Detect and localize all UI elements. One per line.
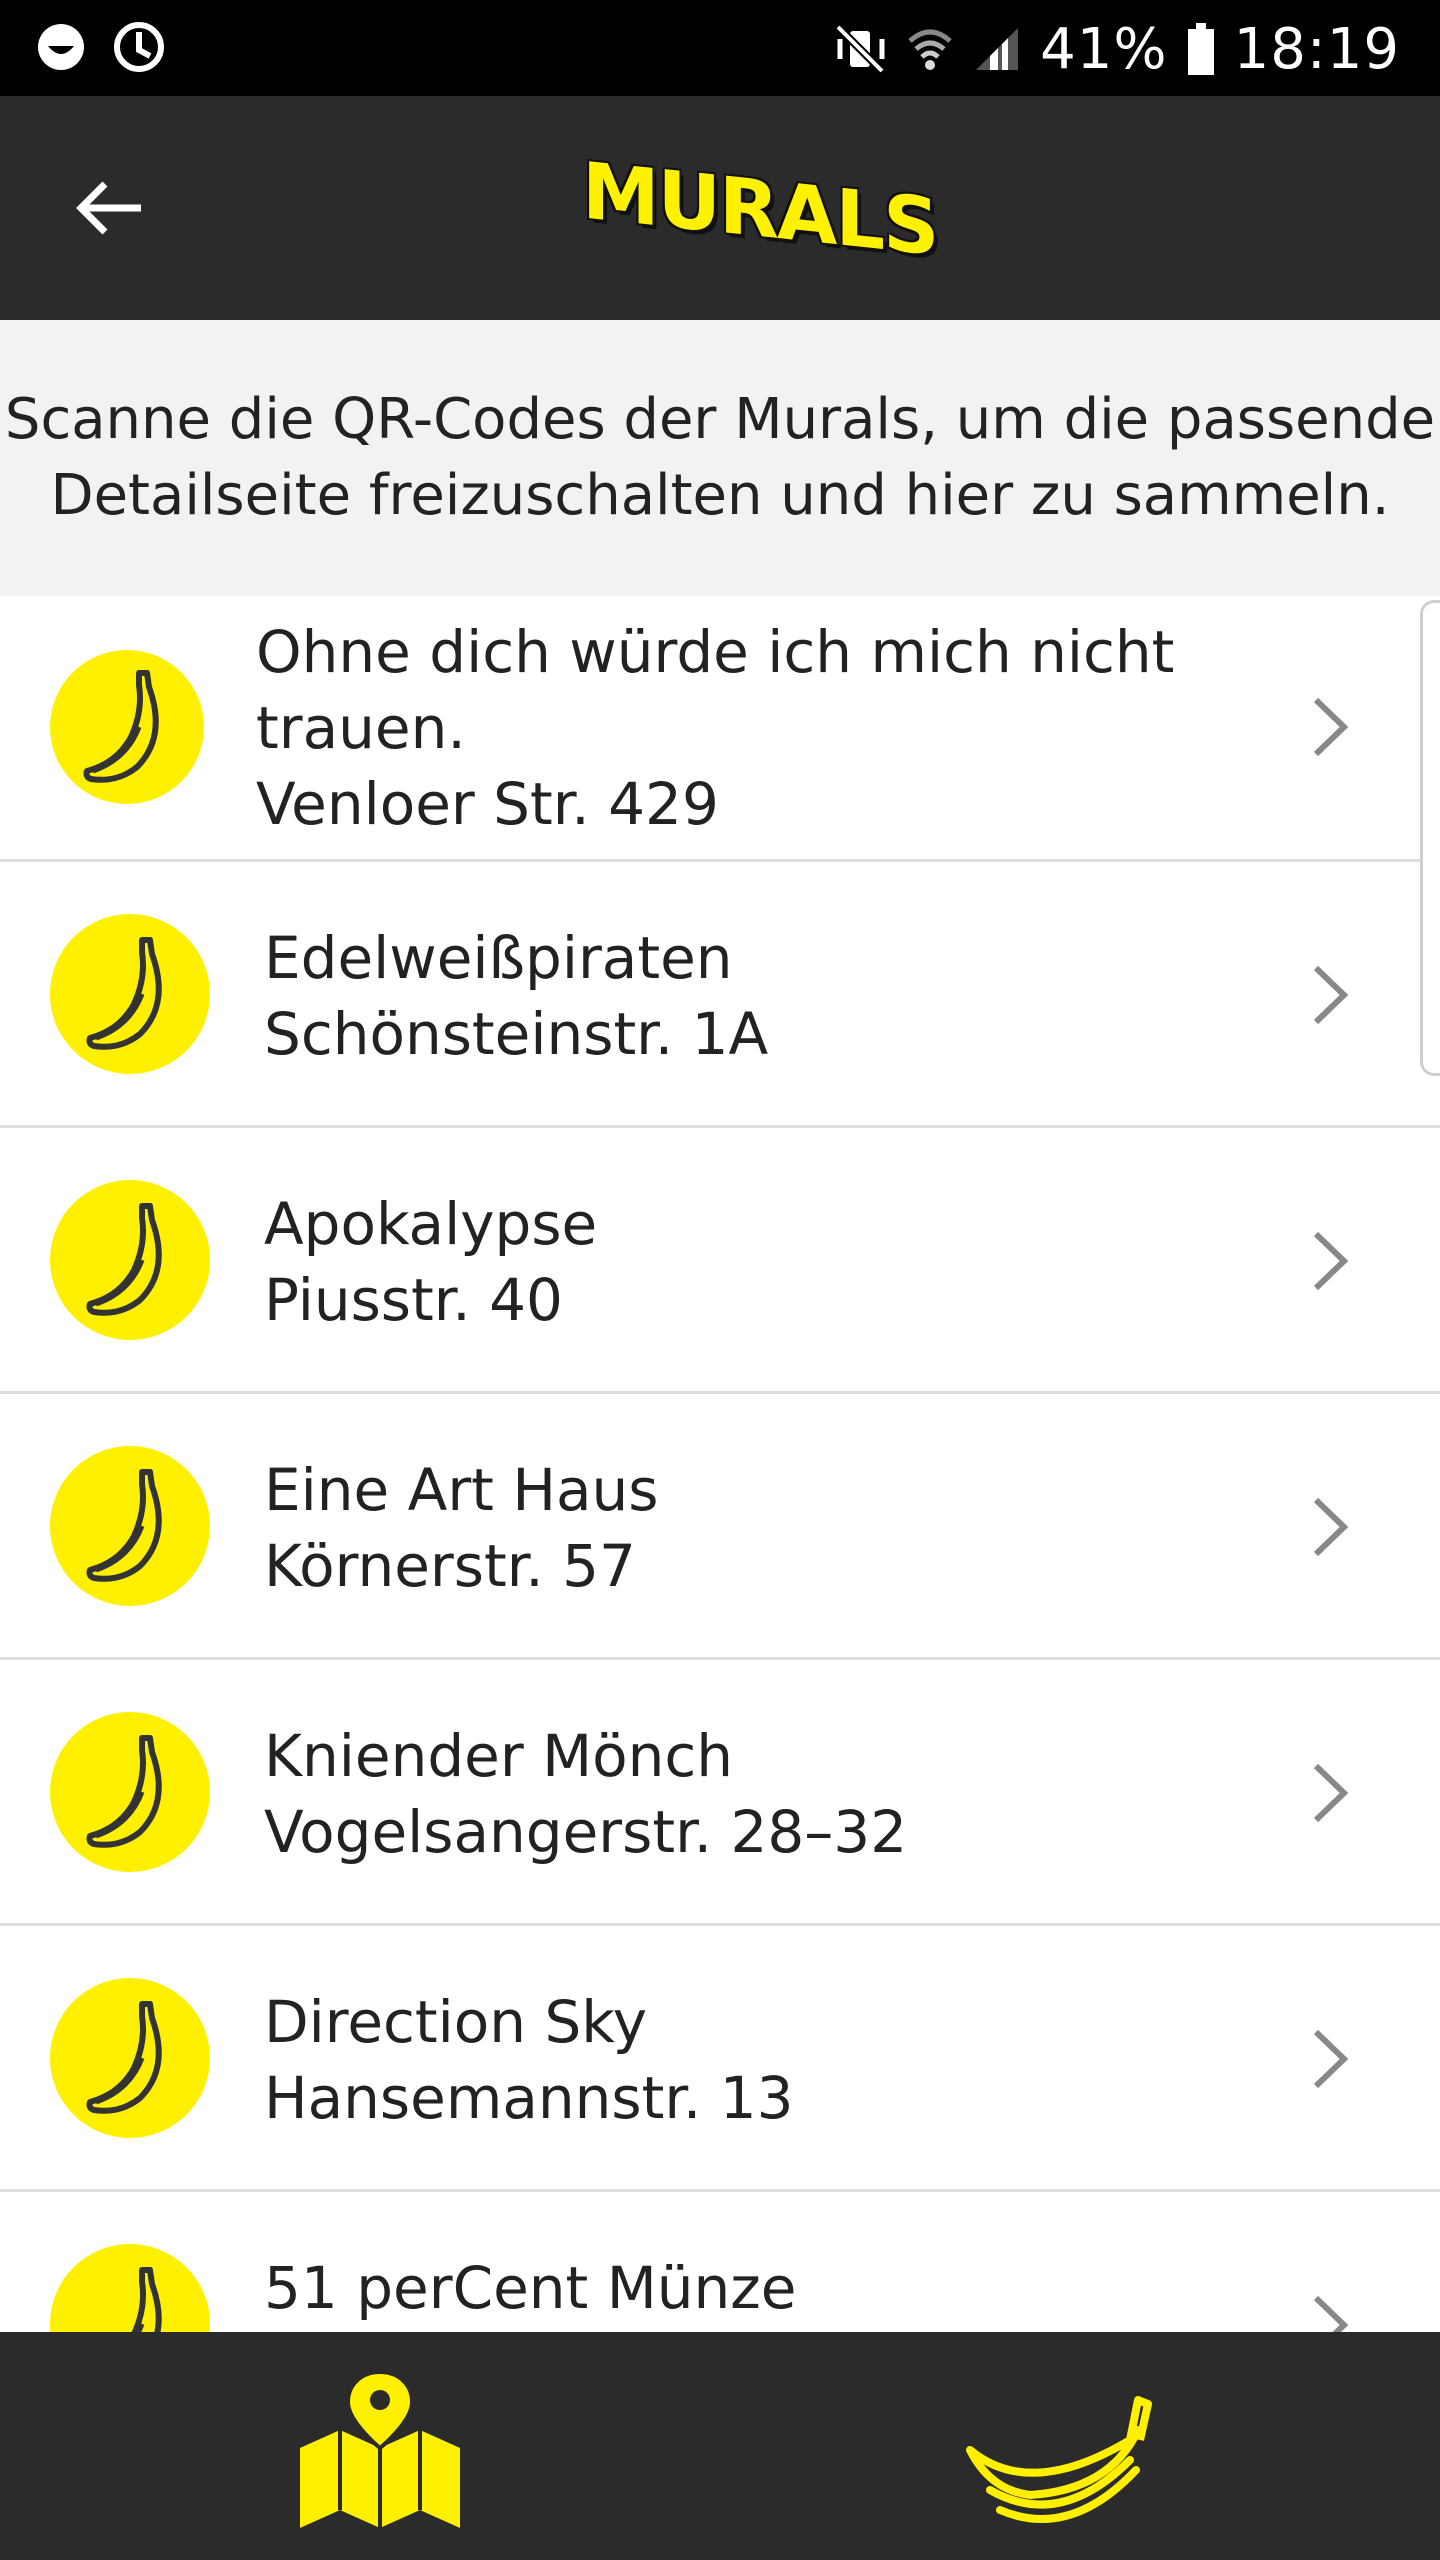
mural-text: Apokalypse Piusstr. 40: [264, 1186, 1264, 1338]
mural-list-item[interactable]: Ohne dich würde ich mich nicht trauen. Ve…: [0, 598, 1440, 862]
chevron-right-icon: [1313, 965, 1349, 1025]
signal-icon: [976, 28, 1019, 70]
status-right: 41% 18:19: [832, 14, 1400, 84]
mural-list: Ohne dich würde ich mich nicht trauen. Ve…: [0, 598, 1440, 2332]
bananas-icon: [966, 2396, 1152, 2523]
chevron-right-icon: [1313, 1763, 1349, 1823]
mural-text: Eine Art Haus Körnerstr. 57: [264, 1452, 1264, 1604]
chevron: [1300, 2026, 1360, 2092]
mural-list-item[interactable]: Edelweißpiraten Schönsteinstr. 1A: [0, 862, 1440, 1128]
chevron-right-icon: [1313, 697, 1349, 757]
sync-icon: [114, 22, 164, 72]
back-button[interactable]: [60, 162, 160, 254]
chevron-right-icon: [1313, 2029, 1349, 2089]
banana-icon: [86, 1203, 162, 1316]
mural-title: Ohne dich würde ich mich nicht trauen.: [256, 618, 1175, 762]
mural-title: Eine Art Haus: [264, 1456, 659, 1524]
chevron: [1300, 962, 1360, 1028]
mural-address: Venloer Str. 429: [256, 770, 719, 838]
battery-icon: [1187, 23, 1214, 75]
logo-text: MURALS: [582, 146, 938, 274]
mural-text: Kniender Mönch Vogelsangerstr. 28–32: [264, 1718, 1264, 1870]
mural-title: 51 perCent Münze: [264, 2254, 797, 2322]
mural-address: Vogelsangerstr. 28–32: [264, 1798, 908, 1866]
chevron-right-icon: [1313, 2295, 1349, 2332]
mural-address: Piusstr. 40: [264, 1266, 563, 1334]
info-banner: Scanne die QR-Codes der Murals, um die p…: [0, 320, 1440, 596]
chevron: [1300, 694, 1360, 760]
mural-list-item[interactable]: Direction Sky Hansemannstr. 13: [0, 1926, 1440, 2192]
app-logo: MURALS: [582, 140, 937, 280]
mural-avatar: [50, 1978, 210, 2138]
mural-title: Direction Sky: [264, 1988, 648, 2056]
chevron-right-icon: [1313, 1497, 1349, 1557]
mural-title: Apokalypse: [264, 1190, 598, 1258]
arrow-left-icon: [76, 181, 141, 235]
mural-avatar: [50, 1446, 210, 1606]
mural-avatar: [50, 2244, 210, 2332]
mural-avatar: [50, 914, 210, 1074]
mural-text: Direction Sky Hansemannstr. 13: [264, 1984, 1264, 2136]
mural-title: Kniender Mönch: [264, 1722, 734, 1790]
mural-address: Hansemannstr. 13: [264, 2064, 794, 2132]
mural-address: Schönsteinstr. 1A: [264, 1000, 769, 1068]
chevron: [1300, 1228, 1360, 1294]
mural-list-item[interactable]: Apokalypse Piusstr. 40: [0, 1128, 1440, 1394]
wifi-icon: [908, 29, 952, 70]
info-text: Scanne die QR-Codes der Murals, um die p…: [4, 387, 1436, 528]
banana-icon: [86, 1735, 162, 1848]
banana-icon: [86, 937, 162, 1050]
banana-icon: [86, 1469, 162, 1582]
mural-address: Körnerstr. 57: [264, 1532, 636, 1600]
mural-avatar: [50, 1180, 210, 1340]
chevron: [1300, 2292, 1360, 2332]
clock: 18:19: [1233, 16, 1400, 82]
chevron: [1300, 1760, 1360, 1826]
nav-collection-button[interactable]: [960, 2380, 1160, 2530]
chevron: [1300, 1494, 1360, 1560]
bottom-nav: [0, 2332, 1440, 2560]
smiley-icon: [38, 24, 84, 70]
status-left: [36, 20, 166, 74]
app-bar: MURALS: [0, 96, 1440, 320]
banana-icon: [86, 2001, 162, 2114]
mural-text: Edelweißpiraten Schönsteinstr. 1A: [264, 920, 1264, 1072]
map-pin-icon: [300, 2369, 460, 2528]
mural-list-item[interactable]: Eine Art Haus Körnerstr. 57: [0, 1394, 1440, 1660]
mural-text: Ohne dich würde ich mich nicht trauen. Ve…: [256, 614, 1256, 842]
scroll-indicator[interactable]: [1420, 600, 1440, 1076]
mural-list-item[interactable]: Kniender Mönch Vogelsangerstr. 28–32: [0, 1660, 1440, 1926]
mural-text: 51 perCent Münze: [264, 2250, 1264, 2326]
mural-avatar: [50, 650, 204, 804]
chevron-right-icon: [1313, 1231, 1349, 1291]
mute-vibrate-icon: [835, 24, 885, 74]
mural-title: Edelweißpiraten: [264, 924, 733, 992]
nav-map-button[interactable]: [290, 2368, 470, 2538]
battery-percent: 41%: [1040, 16, 1168, 82]
mural-list-item[interactable]: 51 perCent Münze: [0, 2192, 1440, 2332]
mural-avatar: [50, 1712, 210, 1872]
banana-icon: [131, 2267, 162, 2332]
status-bar: 41% 18:19: [0, 0, 1440, 96]
banana-icon: [83, 670, 159, 783]
